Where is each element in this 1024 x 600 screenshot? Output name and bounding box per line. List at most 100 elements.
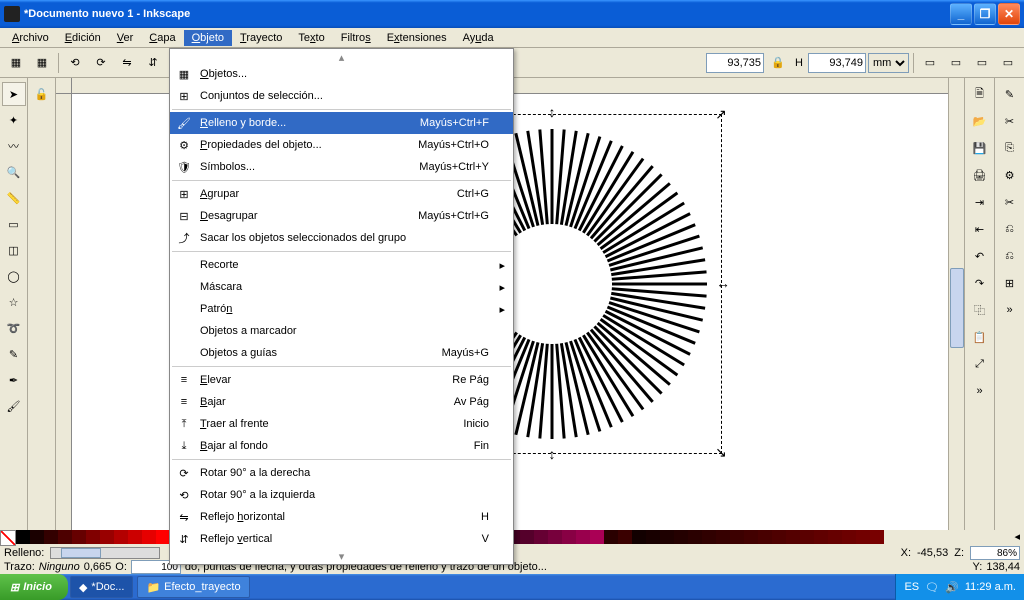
- clock[interactable]: 11:29 a.m.: [965, 581, 1016, 593]
- color-swatch[interactable]: [632, 530, 646, 544]
- color-swatch[interactable]: [856, 530, 870, 544]
- menu-patron[interactable]: Patrón▸: [170, 298, 513, 320]
- rect-tool[interactable]: ▭: [2, 212, 26, 236]
- menu-texto[interactable]: Texto: [290, 30, 332, 46]
- save-icon[interactable]: 💾: [968, 136, 992, 160]
- tray-icon[interactable]: 🔊: [945, 581, 959, 594]
- tool-icon[interactable]: ⎘: [998, 136, 1022, 160]
- color-swatch[interactable]: [520, 530, 534, 544]
- menu-rotar-i[interactable]: ⟲Rotar 90° a la izquierda: [170, 484, 513, 506]
- measure-tool[interactable]: 📏: [2, 186, 26, 210]
- export-icon[interactable]: ⇤: [968, 217, 992, 241]
- tool-icon[interactable]: ⎌: [998, 217, 1022, 241]
- menu-propiedades[interactable]: ⚙Propiedades del objeto...Mayús+Ctrl+O: [170, 134, 513, 156]
- flip-h-icon[interactable]: ⇋: [115, 51, 139, 75]
- menu-agrupar[interactable]: ⊞AgruparCtrl+G: [170, 183, 513, 205]
- redo-icon[interactable]: ↷: [968, 271, 992, 295]
- handle-s[interactable]: ↕: [544, 447, 560, 463]
- color-swatch[interactable]: [58, 530, 72, 544]
- color-swatch[interactable]: [534, 530, 548, 544]
- zoom-fit-icon[interactable]: ⤢: [968, 352, 992, 376]
- menu-extensiones[interactable]: Extensiones: [379, 30, 455, 46]
- menu-bajar2[interactable]: ≡BajarAv Pág: [170, 391, 513, 413]
- taskbar-app-inkscape[interactable]: ◆ *Doc...: [70, 576, 133, 598]
- unit-select[interactable]: mm: [868, 53, 909, 73]
- color-swatch[interactable]: [772, 530, 786, 544]
- menu-conjuntos[interactable]: ⊞Conjuntos de selección...: [170, 85, 513, 107]
- tool-icon[interactable]: ⚙: [998, 163, 1022, 187]
- node-tool[interactable]: ✦: [2, 108, 26, 132]
- lock-toggle[interactable]: 🔓: [30, 82, 54, 106]
- toolbar-btn[interactable]: ▦: [4, 51, 28, 75]
- color-swatch[interactable]: [156, 530, 170, 544]
- handle-ne[interactable]: ↗: [713, 107, 729, 123]
- color-swatch[interactable]: [72, 530, 86, 544]
- more-icon[interactable]: »: [968, 379, 992, 403]
- tool-icon[interactable]: ⎌: [998, 244, 1022, 268]
- affect-btn[interactable]: ▭: [944, 51, 968, 75]
- maximize-button[interactable]: ❐: [974, 3, 996, 25]
- color-swatch[interactable]: [786, 530, 800, 544]
- close-button[interactable]: ✕: [998, 3, 1020, 25]
- menu-grip[interactable]: ▴: [170, 51, 513, 63]
- new-doc-icon[interactable]: 🗎: [968, 82, 992, 106]
- rotate-right-icon[interactable]: ⟳: [89, 51, 113, 75]
- lang-indicator[interactable]: ES: [904, 581, 919, 593]
- menu-reflejo-h[interactable]: ⇋Reflejo horizontalH: [170, 506, 513, 528]
- menu-rotar-d[interactable]: ⟳Rotar 90° a la derecha: [170, 462, 513, 484]
- minimize-button[interactable]: _: [950, 3, 972, 25]
- color-swatch[interactable]: [44, 530, 58, 544]
- handle-se[interactable]: ↘: [713, 445, 729, 461]
- undo-icon[interactable]: ↶: [968, 244, 992, 268]
- zoom-tool[interactable]: 🔍: [2, 160, 26, 184]
- color-swatch[interactable]: [576, 530, 590, 544]
- color-swatch[interactable]: [674, 530, 688, 544]
- color-swatch[interactable]: [142, 530, 156, 544]
- color-swatch[interactable]: [716, 530, 730, 544]
- print-icon[interactable]: 🖨: [968, 163, 992, 187]
- color-swatch[interactable]: [744, 530, 758, 544]
- color-swatch[interactable]: [688, 530, 702, 544]
- menu-capa[interactable]: Capa: [141, 30, 183, 46]
- affect-btn[interactable]: ▭: [970, 51, 994, 75]
- handle-n[interactable]: ↕: [544, 105, 560, 121]
- menu-reflejo-v[interactable]: ⇵Reflejo verticalV: [170, 528, 513, 550]
- tweak-tool[interactable]: 〰: [2, 134, 26, 158]
- color-swatch[interactable]: [548, 530, 562, 544]
- paste-icon[interactable]: 📋: [968, 325, 992, 349]
- color-swatch[interactable]: [800, 530, 814, 544]
- menu-sacar[interactable]: ⤴Sacar los objetos seleccionados del gru…: [170, 227, 513, 249]
- pencil-tool[interactable]: ✎: [2, 342, 26, 366]
- cut-icon[interactable]: ✂: [998, 190, 1022, 214]
- star-tool[interactable]: ☆: [2, 290, 26, 314]
- tool-icon[interactable]: ⊞: [998, 271, 1022, 295]
- affect-btn[interactable]: ▭: [918, 51, 942, 75]
- taskbar-app-folder[interactable]: 📁 Efecto_trayecto: [137, 576, 249, 598]
- menu-elevar[interactable]: ≡ElevarRe Pág: [170, 369, 513, 391]
- menu-filtros[interactable]: Filtros: [333, 30, 379, 46]
- menu-traer[interactable]: ⤒Traer al frenteInicio: [170, 413, 513, 435]
- open-icon[interactable]: 📂: [968, 109, 992, 133]
- color-swatch[interactable]: [604, 530, 618, 544]
- menu-grip-bottom[interactable]: ▾: [170, 550, 513, 562]
- color-swatch[interactable]: [30, 530, 44, 544]
- color-swatch[interactable]: [758, 530, 772, 544]
- color-swatch[interactable]: [870, 530, 884, 544]
- color-swatch[interactable]: [842, 530, 856, 544]
- affect-btn[interactable]: ▭: [996, 51, 1020, 75]
- spiral-tool[interactable]: ➰: [2, 316, 26, 340]
- menu-archivo[interactable]: Archivo: [4, 30, 57, 46]
- tool-icon[interactable]: ✎: [998, 82, 1022, 106]
- color-swatch[interactable]: [646, 530, 660, 544]
- menu-ver[interactable]: Ver: [109, 30, 142, 46]
- color-swatch[interactable]: [590, 530, 604, 544]
- menu-simbolos[interactable]: 🛡Símbolos...Mayús+Ctrl+Y: [170, 156, 513, 178]
- ruler-vertical[interactable]: [56, 94, 72, 554]
- 3dbox-tool[interactable]: ◫: [2, 238, 26, 262]
- color-swatch[interactable]: [660, 530, 674, 544]
- import-icon[interactable]: ⇥: [968, 190, 992, 214]
- color-swatch[interactable]: [814, 530, 828, 544]
- lock-icon[interactable]: 🔒: [766, 51, 790, 75]
- color-swatch[interactable]: [730, 530, 744, 544]
- color-swatch[interactable]: [562, 530, 576, 544]
